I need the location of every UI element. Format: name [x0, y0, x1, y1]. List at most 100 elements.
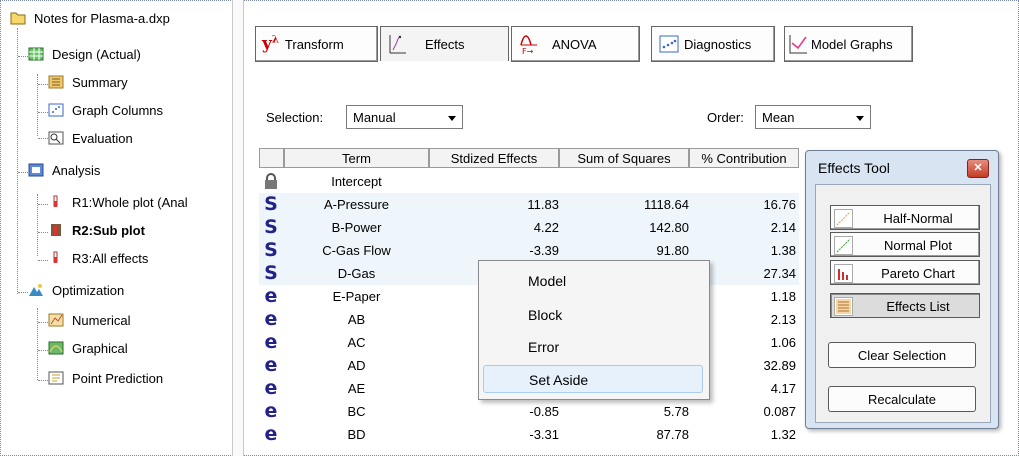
- pct-cell: 0.087: [763, 404, 796, 419]
- term-cell: B-Power: [331, 220, 382, 235]
- error-e-icon[interactable]: e: [262, 356, 280, 375]
- header-corner: [259, 148, 284, 168]
- tree-item-numerical[interactable]: Numerical: [48, 310, 131, 332]
- point-prediction-icon: [48, 371, 64, 385]
- header-sum-of-squares[interactable]: Sum of Squares: [559, 148, 689, 168]
- effects-label: Effects: [425, 36, 465, 52]
- tree-label-r1: R1:Whole plot (Anal: [72, 195, 188, 210]
- half-normal-label: Half-Normal: [883, 211, 953, 226]
- tree-item-evaluation[interactable]: Evaluation: [48, 128, 133, 150]
- svg-text:F→: F→: [522, 47, 534, 55]
- menu-item-model[interactable]: Model: [483, 267, 703, 295]
- mountain-icon: [29, 284, 43, 296]
- effects-tab[interactable]: Effects: [380, 26, 509, 61]
- pct-cell: 1.38: [770, 243, 796, 258]
- context-menu: Model Block Error Set Aside: [478, 260, 710, 400]
- tree-label-point-prediction: Point Prediction: [72, 371, 164, 386]
- diagnostics-button[interactable]: Diagnostics: [651, 26, 775, 62]
- ss-cell: 142.80: [649, 220, 689, 235]
- navigation-tree: Notes for Plasma-a.dxp Design (Actual) S…: [10, 8, 238, 448]
- normal-plot-label: Normal Plot: [884, 238, 952, 253]
- error-e-icon[interactable]: e: [262, 287, 280, 306]
- effects-tool-body: Half-Normal Normal Plot Pareto Chart Eff…: [815, 184, 991, 423]
- tree-item-r2[interactable]: R2:Sub plot: [48, 220, 145, 242]
- table-row-bc[interactable]: e BC -0.85 5.78 0.087: [259, 400, 799, 423]
- effects-list-label: Effects List: [886, 299, 950, 314]
- effect-cell: -0.85: [529, 404, 559, 419]
- model-graphs-icon: [789, 35, 807, 54]
- tree-label-analysis: Analysis: [52, 163, 101, 178]
- table-row-b[interactable]: S B-Power 4.22 142.80 2.14: [259, 216, 799, 239]
- error-e-icon[interactable]: e: [262, 379, 280, 398]
- effects-tool-title: Effects Tool: [818, 160, 890, 176]
- graphical-icon: [48, 341, 64, 355]
- tree-item-graphical[interactable]: Graphical: [48, 338, 128, 360]
- ss-cell: 87.78: [656, 427, 689, 442]
- summary-icon: [48, 75, 64, 89]
- model-graphs-button[interactable]: Model Graphs: [784, 26, 913, 62]
- pct-cell: 16.76: [763, 197, 796, 212]
- diagnostics-label: Diagnostics: [684, 36, 752, 52]
- tree-item-analysis[interactable]: Analysis: [28, 160, 100, 182]
- recalculate-button[interactable]: Recalculate: [828, 386, 976, 412]
- close-icon[interactable]: ✕: [967, 159, 989, 178]
- error-e-icon[interactable]: e: [262, 402, 280, 421]
- half-normal-plot-icon: [834, 209, 853, 228]
- tree-item-summary[interactable]: Summary: [48, 72, 128, 94]
- transform-button[interactable]: yλ Transform: [255, 26, 378, 62]
- normal-plot-icon: [834, 236, 853, 255]
- order-dropdown[interactable]: Mean: [755, 105, 871, 129]
- selection-dropdown[interactable]: Manual: [346, 105, 463, 129]
- pane-splitter[interactable]: [232, 0, 244, 456]
- effects-list-icon: [834, 297, 853, 316]
- selection-label: Selection:: [266, 110, 324, 125]
- diagnostics-icon: [659, 35, 679, 53]
- thermometer-icon: [53, 251, 58, 263]
- anova-button[interactable]: F→ ANOVA: [511, 26, 640, 62]
- selection-value: Manual: [353, 110, 396, 125]
- folder-icon: [10, 12, 26, 25]
- tree-item-r1[interactable]: R1:Whole plot (Anal: [48, 192, 188, 214]
- tree-label-optimization: Optimization: [52, 283, 125, 298]
- error-e-icon[interactable]: e: [262, 425, 280, 444]
- term-cell: AE: [347, 381, 366, 396]
- model-s-icon[interactable]: S: [262, 241, 280, 260]
- ss-cell: 1118.64: [643, 197, 689, 212]
- header-stdized-effects[interactable]: Stdized Effects: [429, 148, 559, 168]
- term-cell: AB: [347, 312, 366, 327]
- effects-list-button[interactable]: Effects List: [830, 293, 980, 318]
- menu-item-error[interactable]: Error: [483, 333, 703, 361]
- header-contribution[interactable]: % Contribution: [689, 148, 799, 168]
- error-e-icon[interactable]: e: [262, 310, 280, 329]
- tree-item-optimization[interactable]: Optimization: [28, 280, 124, 302]
- tree-item-graph-columns[interactable]: Graph Columns: [48, 100, 163, 122]
- pareto-chart-button[interactable]: Pareto Chart: [830, 260, 980, 285]
- tree-label-evaluation: Evaluation: [72, 131, 133, 146]
- half-normal-button[interactable]: Half-Normal: [830, 205, 980, 230]
- header-term[interactable]: Term: [284, 148, 429, 168]
- normal-plot-button[interactable]: Normal Plot: [830, 232, 980, 257]
- tree-item-design[interactable]: Design (Actual): [28, 44, 141, 66]
- model-s-icon[interactable]: S: [262, 218, 280, 237]
- effects-tool-window: Effects Tool ✕ Half-Normal Normal Plot P…: [805, 150, 999, 429]
- order-label: Order:: [707, 110, 744, 125]
- menu-item-set-aside[interactable]: Set Aside: [483, 365, 703, 393]
- model-s-icon[interactable]: S: [262, 195, 280, 214]
- model-s-icon[interactable]: S: [262, 264, 280, 283]
- term-cell: BD: [347, 427, 366, 442]
- table-row-bd[interactable]: e BD -3.31 87.78 1.32: [259, 423, 799, 446]
- tree-item-point-prediction[interactable]: Point Prediction: [48, 368, 163, 390]
- clear-selection-button[interactable]: Clear Selection: [828, 342, 976, 368]
- pct-cell: 2.14: [770, 220, 796, 235]
- term-cell: A-Pressure: [323, 197, 390, 212]
- term-cell: BC: [347, 404, 366, 419]
- table-row-c[interactable]: S C-Gas Flow -3.39 91.80 1.38: [259, 239, 799, 262]
- effect-cell: -3.39: [529, 243, 559, 258]
- menu-item-block[interactable]: Block: [483, 301, 703, 329]
- tree-root[interactable]: Notes for Plasma-a.dxp: [10, 8, 170, 30]
- error-e-icon[interactable]: e: [262, 333, 280, 352]
- model-graphs-label: Model Graphs: [811, 36, 893, 52]
- table-row-a[interactable]: S A-Pressure 11.83 1118.64 16.76: [259, 193, 799, 216]
- table-row-intercept[interactable]: Intercept: [259, 170, 799, 193]
- tree-item-r3[interactable]: R3:All effects: [48, 248, 148, 270]
